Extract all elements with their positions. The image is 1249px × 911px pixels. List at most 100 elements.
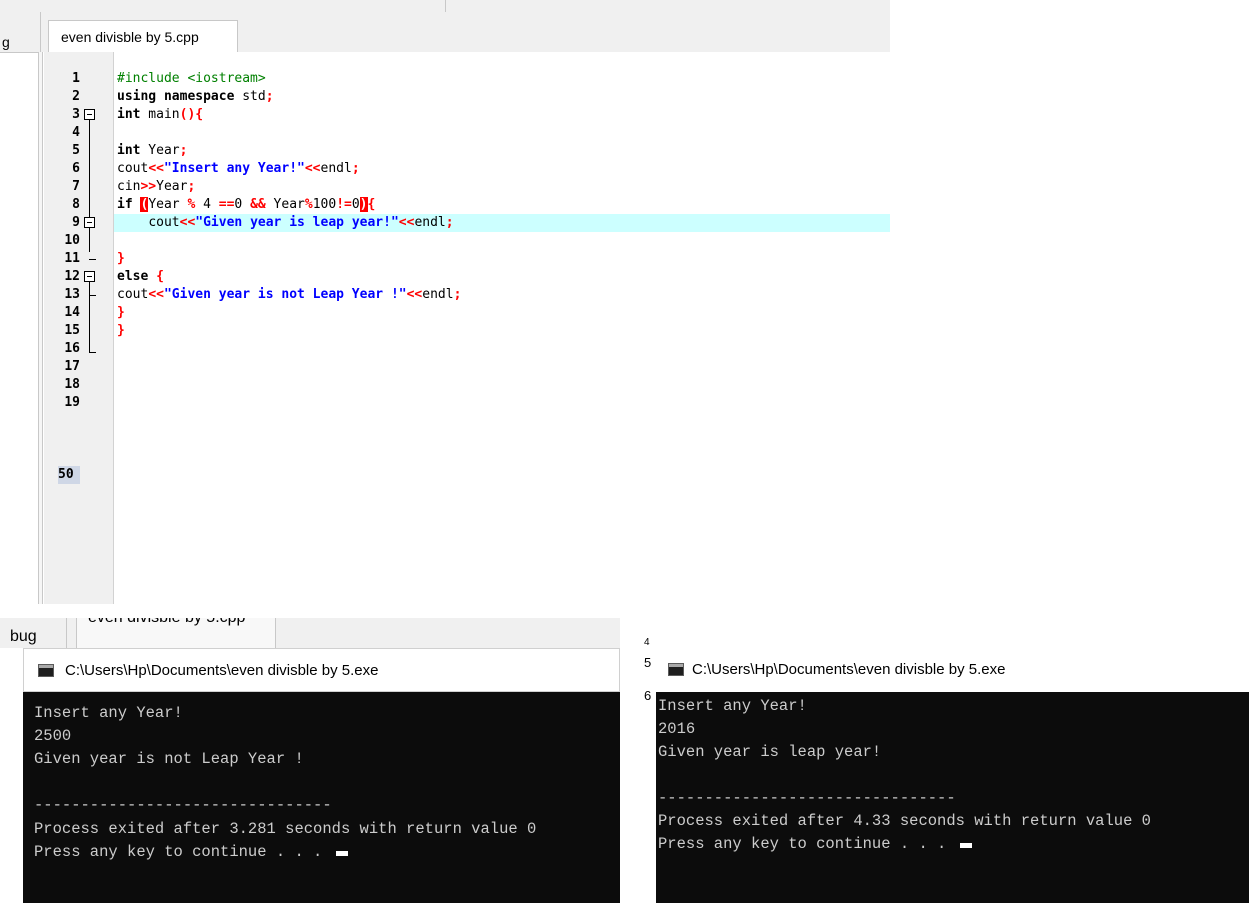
console-output-line: 2500 <box>34 727 72 745</box>
line-number: 19 <box>64 395 80 410</box>
line-number: 18 <box>64 377 80 392</box>
tab-label: even divisble by 5.cpp <box>61 29 199 45</box>
code-line-5: int Year; <box>117 143 188 158</box>
number-literal: 0 <box>234 197 251 212</box>
fold-end-marker <box>89 352 96 353</box>
line-number: 1 <box>72 71 80 86</box>
identifier: Year <box>148 197 188 212</box>
editor-tab-strip-cropped: bug even divisble by 5.cpp <box>0 618 620 648</box>
identifier: cout <box>148 215 180 230</box>
fold-end-marker <box>89 259 96 260</box>
string-literal: "Given year is leap year!" <box>195 215 399 230</box>
preprocessor-directive: #include <iostream> <box>117 71 266 86</box>
line-number: 17 <box>64 359 80 374</box>
identifier: cout <box>117 161 149 176</box>
tab-divider <box>40 12 41 52</box>
code-line-2: using namespace std; <box>117 89 274 104</box>
code-line-1: #include <iostream> <box>117 70 266 88</box>
console-separator: -------------------------------- <box>34 796 332 814</box>
identifier: endl <box>422 287 454 302</box>
number-literal: 4 <box>195 197 219 212</box>
code-line-8: if (Year % 4 ==0 && Year%100!=0){ <box>117 197 376 212</box>
console-title: C:\Users\Hp\Documents\even divisble by 5… <box>692 661 1006 678</box>
console-app-icon <box>38 664 54 677</box>
editor-left-border <box>38 52 43 604</box>
editor-tab-bar: g even divisble by 5.cpp <box>0 12 890 53</box>
identifier: std <box>234 89 266 104</box>
line-number: 12 <box>64 269 80 284</box>
fold-end-marker <box>89 295 96 296</box>
code-line-12: else { <box>117 269 164 284</box>
keyword: int <box>117 107 141 122</box>
gutter-number: 13 <box>628 833 643 848</box>
line-number: 8 <box>72 197 80 212</box>
tab-even-divisble-cpp[interactable]: even divisble by 5.cpp <box>48 20 238 53</box>
identifier: endl <box>414 215 446 230</box>
keyword: if <box>117 197 133 212</box>
identifier: main <box>140 107 180 122</box>
fold-guide <box>89 282 90 352</box>
console-output-line: Process exited after 4.33 seconds with r… <box>658 812 1151 830</box>
line-number: 14 <box>64 305 80 320</box>
line-number: 16 <box>64 341 80 356</box>
console-prompt-line: Press any key to continue . . . <box>658 833 972 856</box>
console-output-line: Given year is not Leap Year ! <box>34 750 304 768</box>
code-line-7: cin>>Year; <box>117 179 196 194</box>
number-literal: 0 <box>351 197 360 212</box>
gutter-number: 9 <box>636 744 644 759</box>
identifier: endl <box>320 161 352 176</box>
line-number: 6 <box>72 161 80 176</box>
fold-toggle-icon[interactable] <box>84 271 95 282</box>
gutter-number: 8 <box>636 721 644 736</box>
string-literal: "Insert any Year!" <box>163 161 305 176</box>
fold-guide <box>89 120 90 252</box>
gutter-number: 14 <box>628 856 643 871</box>
fold-toggle-icon[interactable] <box>84 109 95 120</box>
identifier: cin <box>117 179 141 194</box>
code-line-11: } <box>117 251 125 266</box>
line-number: 15 <box>64 323 80 338</box>
string-literal: "Given year is not Leap Year !" <box>163 287 407 302</box>
gutter-number: 6 <box>644 688 652 703</box>
gutter-number: 16 <box>628 896 643 911</box>
keyword: else <box>117 269 149 284</box>
console-cursor <box>335 851 348 856</box>
gutter-number: 15 <box>628 876 643 891</box>
console-cursor <box>959 843 972 848</box>
console-window-left[interactable]: C:\Users\Hp\Documents\even divisble by 5… <box>23 648 620 903</box>
keyword: using namespace <box>117 89 235 104</box>
gutter-number: 7 <box>636 698 644 713</box>
line-number: 9 <box>72 215 80 230</box>
fold-toggle-icon[interactable] <box>84 217 95 228</box>
gutter-number: 5 <box>644 655 652 670</box>
line-number: 4 <box>72 125 80 140</box>
gutter-number: 11 <box>628 788 642 803</box>
console-output-line: Insert any Year! <box>658 697 807 715</box>
line-number-current: 50 <box>58 466 80 484</box>
identifier: cout <box>117 287 149 302</box>
menu-fragment[interactable]: bug <box>10 628 37 646</box>
console-output-line: Insert any Year! <box>34 704 183 722</box>
tab-divider <box>66 618 67 648</box>
gutter-number: 10 <box>628 768 643 783</box>
gutter-number: 12 <box>628 810 643 825</box>
identifier: Year <box>265 197 305 212</box>
console-title: C:\Users\Hp\Documents\even divisble by 5… <box>65 662 379 679</box>
console-title-bar[interactable]: C:\Users\Hp\Documents\even divisble by 5… <box>656 648 1249 692</box>
code-line-14: } <box>117 305 125 320</box>
console-window-right[interactable]: C:\Users\Hp\Documents\even divisble by 5… <box>656 648 1249 903</box>
console-output-line: Process exited after 3.281 seconds with … <box>34 820 537 838</box>
line-number: 10 <box>64 233 80 248</box>
code-line-3: int main(){ <box>117 107 204 122</box>
partial-tab-label[interactable]: g <box>2 34 10 50</box>
line-number: 13 <box>64 287 80 302</box>
top-strip-separator <box>445 0 446 12</box>
console-title-bar[interactable]: C:\Users\Hp\Documents\even divisble by 5… <box>23 648 620 692</box>
code-area[interactable] <box>114 52 890 604</box>
code-line-6: cout<<"Insert any Year!"<<endl; <box>117 161 360 176</box>
line-number: 5 <box>72 143 80 158</box>
line-number: 11 <box>64 251 80 266</box>
keyword: int <box>117 143 141 158</box>
code-line-9: cout<<"Given year is leap year!"<<endl; <box>148 215 454 230</box>
console-separator: -------------------------------- <box>658 789 956 807</box>
